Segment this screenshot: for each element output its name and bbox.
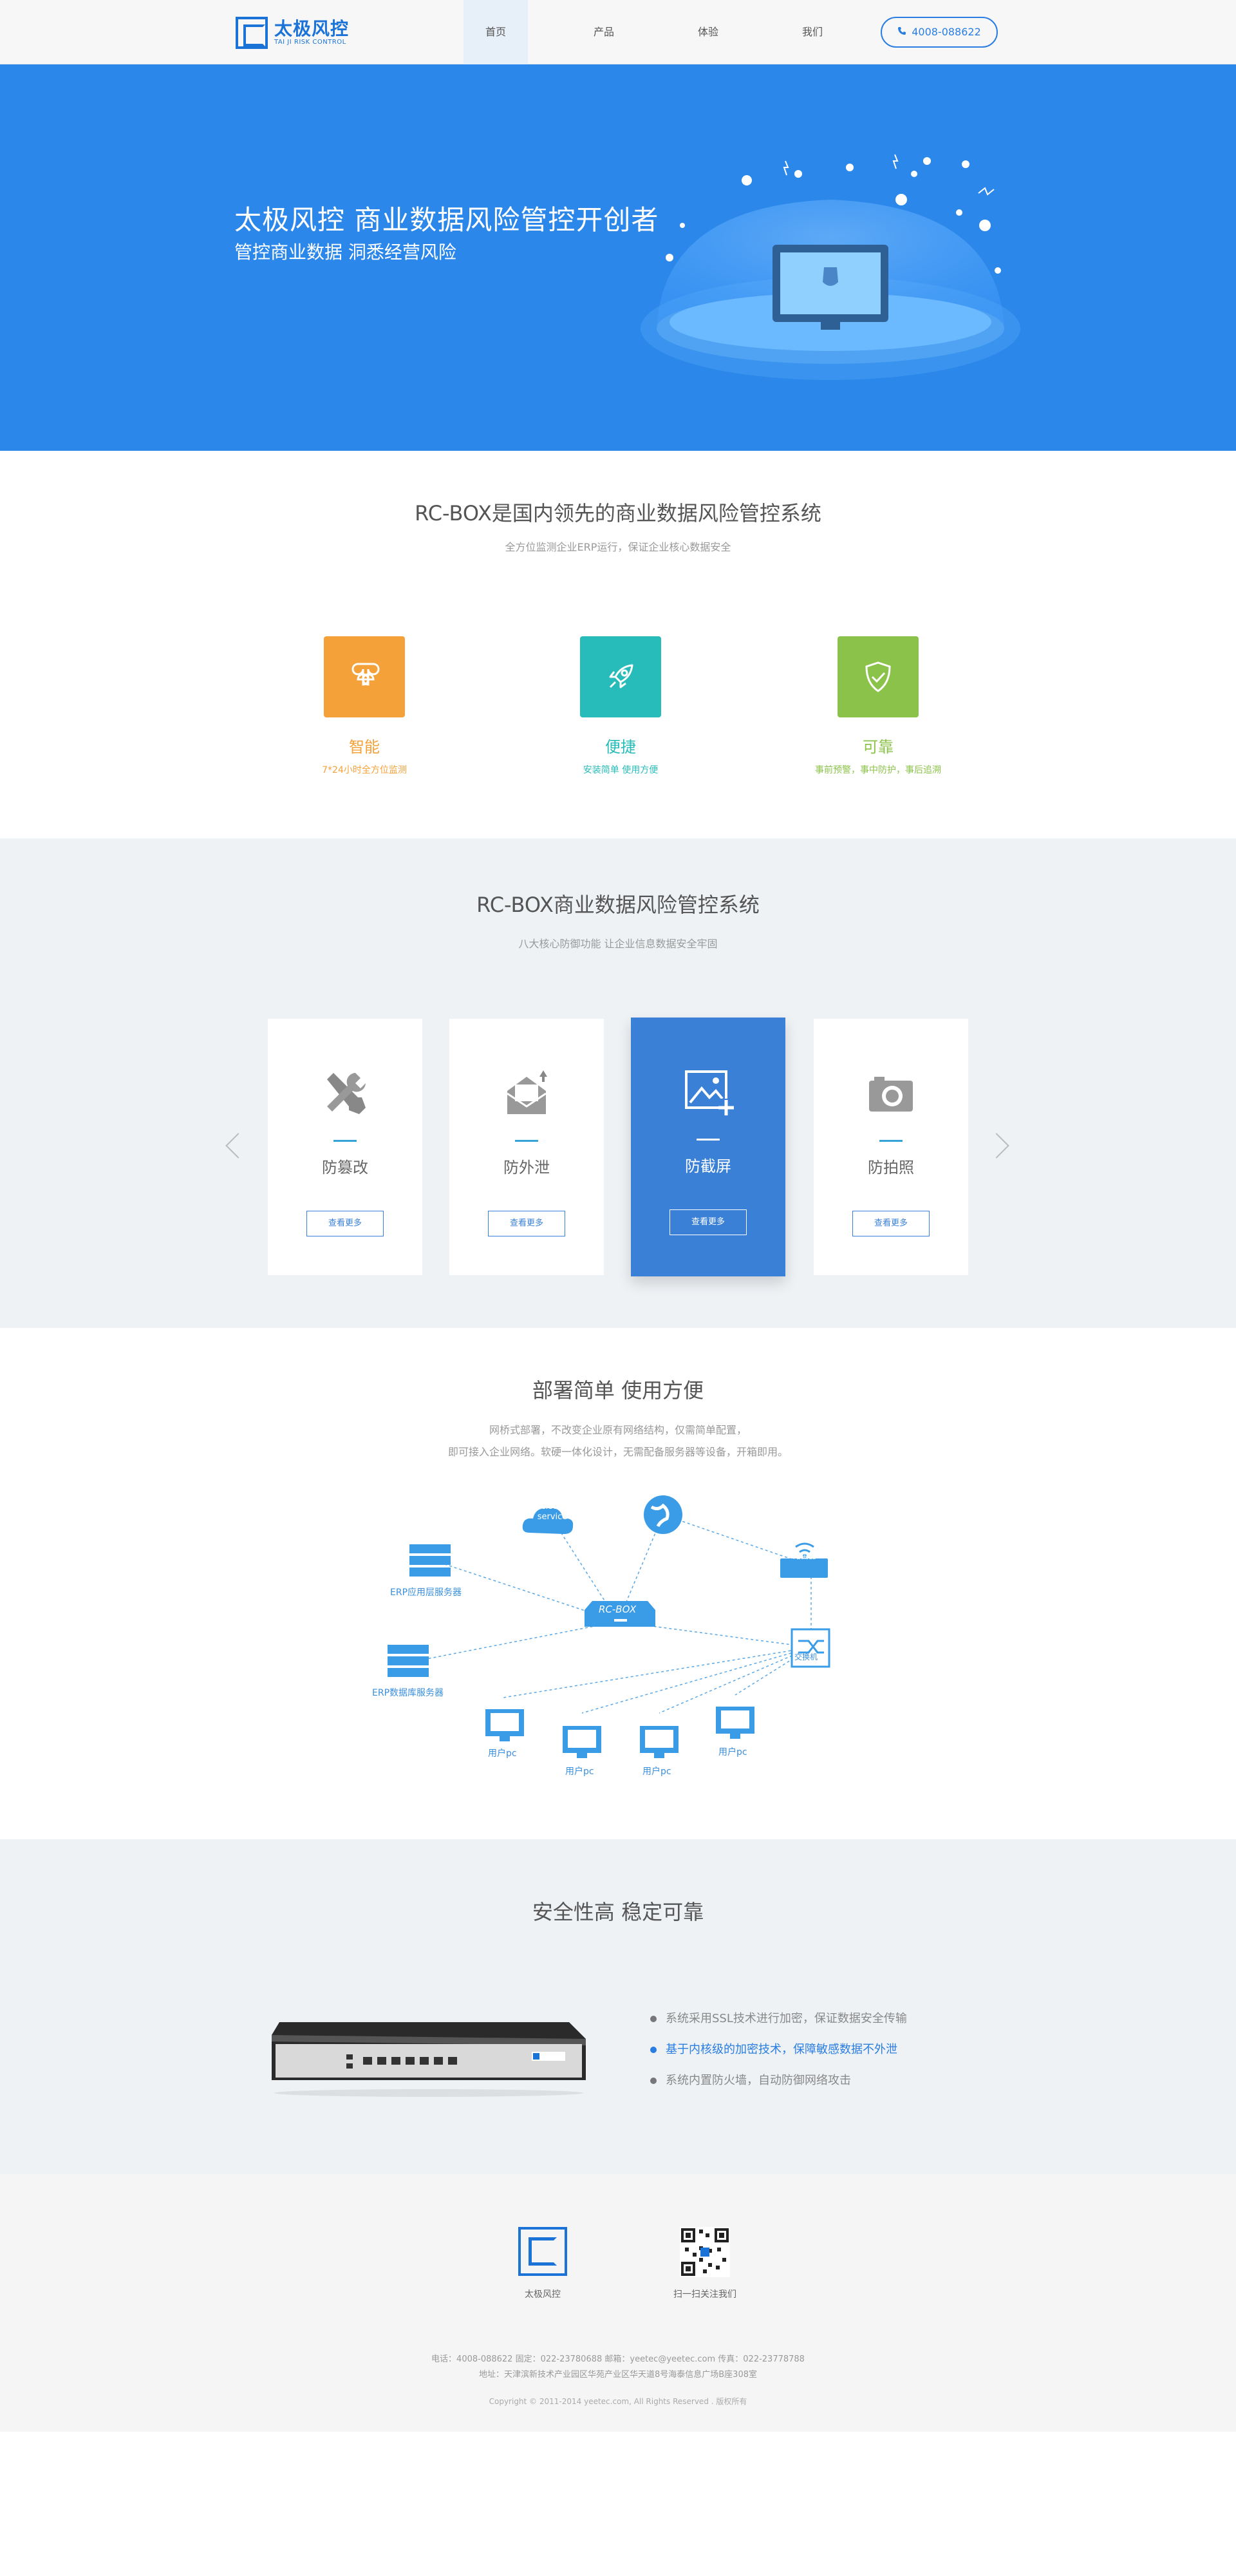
pc-icon — [640, 1726, 679, 1758]
function-card-name: 防拍照 — [868, 1159, 914, 1177]
pc-label: 用户pc — [718, 1747, 747, 1757]
qr-caption: 扫一扫关注我们 — [673, 2289, 736, 2300]
feature-desc: 7*24小时全方位监测 — [322, 765, 407, 775]
view-more-button[interactable]: 查看更多 — [852, 1211, 930, 1236]
security-bullet: 系统采用SSL技术进行加密，保证数据安全传输 — [650, 2009, 907, 2026]
function-card[interactable]: 防拍照 查看更多 — [814, 1019, 968, 1275]
logo-subtext: TAI JI RISK CONTROL — [274, 39, 346, 46]
globe-icon — [644, 1495, 682, 1534]
phone-icon — [897, 18, 906, 46]
switch-label: 交换机 — [794, 1653, 818, 1662]
feature-smart: 智能 7*24小时全方位监测 — [268, 636, 461, 776]
footer-contact: 电话：4008-088622 固定：022-23780688 邮箱：yeetec… — [431, 2354, 805, 2364]
carousel-next-arrow[interactable] — [991, 1130, 1011, 1162]
erp-db-server-label: ERP数据库服务器 — [372, 1688, 444, 1698]
footer — [0, 2174, 1236, 2432]
intro-subtitle: 全方位监测企业ERP运行，保证企业核心数据安全 — [505, 541, 731, 553]
hero-banner: 太极风控 商业数据风险管控开创者 管控商业数据 洞悉经营风险 — [0, 64, 1236, 451]
function-card-name: 防截屏 — [685, 1157, 731, 1175]
rcbox-hardware-image — [272, 2022, 586, 2097]
function-card-name: 防外泄 — [503, 1159, 550, 1177]
footer-address: 地址：天津滨新技术产业园区华苑产业区华天道8号海泰信息广场B座308室 — [478, 2370, 757, 2380]
system-title: RC-BOX商业数据风险管控系统 — [476, 893, 760, 917]
function-card[interactable]: 防篡改 查看更多 — [268, 1019, 422, 1275]
hero-title: 太极风控 商业数据风险管控开创者 — [234, 204, 659, 236]
image-add-icon — [631, 1066, 785, 1118]
top-nav: 太极风控 TAI JI RISK CONTROL 首页 产品 体验 我们 400… — [0, 0, 1236, 64]
logo-text: 太极风控 — [274, 18, 350, 39]
phone-number: 4008-088622 — [912, 26, 981, 38]
function-card[interactable]: 防外泄 查看更多 — [449, 1019, 604, 1275]
feature-convenient: 便捷 安装简单 使用方便 — [524, 636, 717, 776]
deploy-desc-line2: 即可接入企业网络。软硬一体化设计，无需配备服务器等设备，开箱即用。 — [447, 1446, 788, 1458]
footer-copyright: Copyright © 2011-2014 yeetec.com, All Ri… — [489, 2397, 747, 2406]
feature-name: 可靠 — [863, 738, 894, 756]
deploy-desc-line1: 网桥式部署，不改变企业原有网络结构，仅需简单配置， — [489, 1424, 747, 1436]
camera-icon — [814, 1068, 968, 1119]
function-card-name: 防篡改 — [322, 1159, 368, 1177]
qr-code-icon[interactable] — [680, 2227, 730, 2277]
erp-app-server-label: ERP应用层服务器 — [390, 1587, 462, 1598]
logo[interactable]: 太极风控 TAI JI RISK CONTROL — [236, 17, 349, 49]
rcbox-label: RC-BOX — [599, 1604, 637, 1615]
security-title: 安全性高 稳定可靠 — [532, 1900, 704, 1924]
feature-reliable: 可靠 事前预警，事中防护，事后追溯 — [782, 636, 975, 776]
carousel-prev-arrow[interactable] — [225, 1130, 245, 1162]
tools-icon — [268, 1068, 422, 1119]
cloud-service-label: cloud service — [537, 1502, 568, 1522]
pc-label: 用户pc — [642, 1766, 671, 1777]
network-diagram — [388, 1495, 830, 1758]
nav-item-about[interactable]: 我们 — [780, 0, 845, 64]
logo-mark-icon — [236, 17, 268, 49]
router-label: 路由器 — [793, 1551, 817, 1560]
view-more-button[interactable]: 查看更多 — [488, 1211, 565, 1236]
security-section — [0, 1839, 1236, 2174]
footer-logo-icon — [518, 2227, 567, 2276]
security-bullet-highlight: 基于内核级的加密技术，保障敏感数据不外泄 — [650, 2040, 897, 2057]
hero-subtitle: 管控商业数据 洞悉经营风险 — [234, 242, 456, 263]
server-icon — [388, 1645, 429, 1677]
feature-desc: 安装简单 使用方便 — [583, 765, 659, 775]
feature-desc: 事前预警，事中防护，事后追溯 — [815, 765, 941, 775]
feature-name: 便捷 — [605, 738, 636, 756]
nav-item-experience[interactable]: 体验 — [676, 0, 740, 64]
system-subtitle: 八大核心防御功能 让企业信息数据安全牢固 — [518, 938, 718, 950]
server-icon — [409, 1544, 451, 1577]
pc-icon — [563, 1726, 601, 1758]
deploy-title: 部署简单 使用方便 — [532, 1378, 704, 1403]
nav-item-products[interactable]: 产品 — [572, 0, 636, 64]
rocket-icon — [580, 636, 661, 717]
pc-icon — [716, 1707, 754, 1739]
feature-name: 智能 — [349, 738, 380, 756]
security-bullet: 系统内置防火墙，自动防御网络攻击 — [650, 2071, 851, 2088]
security-dome-illustration — [641, 154, 1020, 380]
pc-label: 用户pc — [565, 1766, 594, 1777]
pc-label: 用户pc — [488, 1748, 517, 1759]
shield-check-icon — [838, 636, 919, 717]
pc-icon — [485, 1709, 524, 1741]
footer-logo-caption: 太极风控 — [525, 2289, 561, 2300]
function-card-active[interactable]: 防截屏 查看更多 — [631, 1018, 785, 1276]
mail-upload-icon — [449, 1068, 604, 1119]
nav-item-home[interactable]: 首页 — [464, 0, 528, 64]
phone-button[interactable]: 4008-088622 — [881, 17, 998, 48]
view-more-button[interactable]: 查看更多 — [670, 1209, 747, 1235]
view-more-button[interactable]: 查看更多 — [306, 1211, 384, 1236]
intro-title: RC-BOX是国内领先的商业数据风险管控系统 — [415, 501, 821, 526]
command-icon — [324, 636, 405, 717]
